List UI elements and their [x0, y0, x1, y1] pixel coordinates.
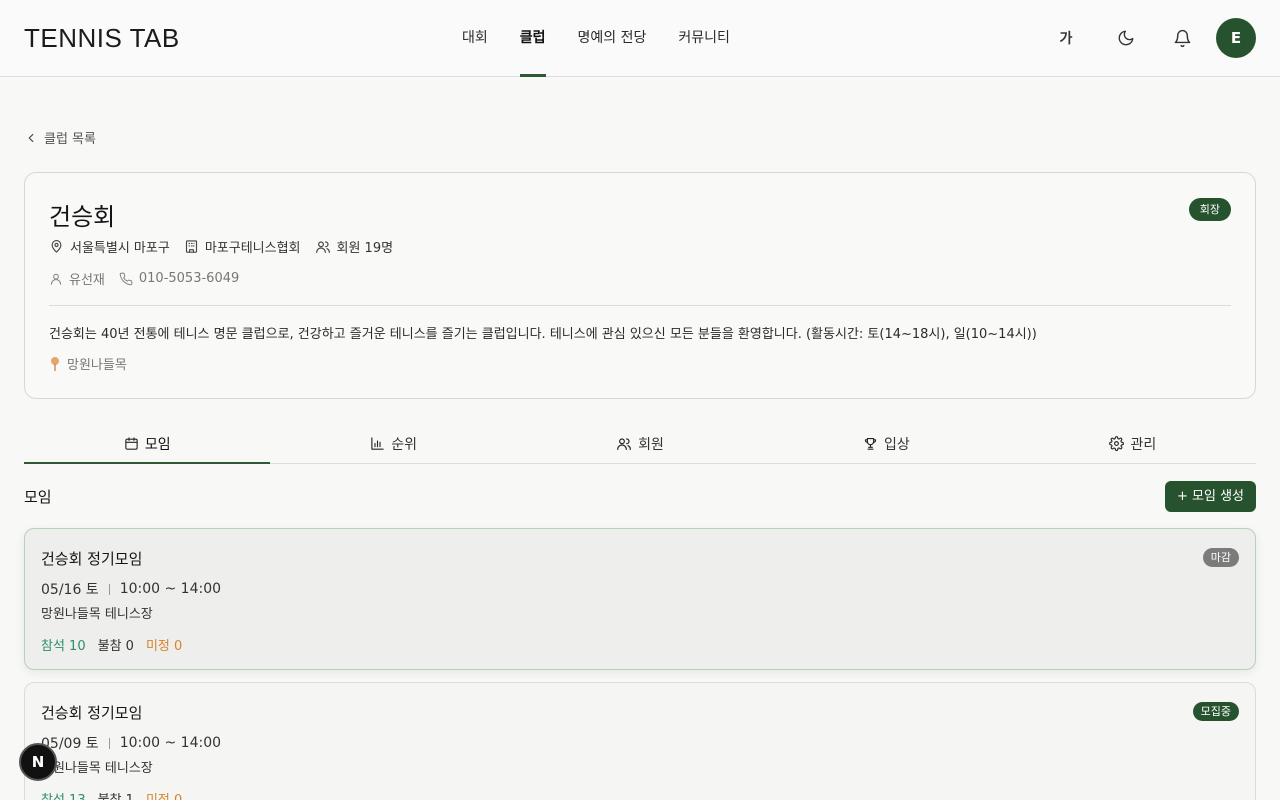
club-meta-row: 서울특별시 마포구 마포구테니스협회 회원 19명 — [49, 237, 407, 256]
users-icon — [616, 436, 632, 452]
font-size-button[interactable]: 가 — [1046, 18, 1086, 58]
chevron-left-icon — [24, 131, 38, 145]
gear-icon — [1109, 436, 1125, 451]
absent-count: 불참 0 — [97, 639, 134, 654]
separator — [108, 583, 110, 595]
attend-count: 참석 13 — [41, 789, 86, 800]
meeting-time: 10:00 ~ 14:00 — [119, 735, 222, 751]
status-badge: 모집중 — [1192, 702, 1239, 721]
attend-count: 참석 10 — [41, 639, 86, 654]
main-nav: 대회 클럽 명예의 전당 커뮤니티 — [446, 0, 746, 77]
undecided-count: 미정 0 — [146, 789, 182, 800]
nav-item-tournaments[interactable]: 대회 — [446, 0, 504, 76]
calendar-icon — [124, 436, 139, 451]
club-association: 마포구테니스협회 — [184, 237, 301, 256]
absent-count: 불참 1 — [98, 789, 134, 800]
bell-icon — [1173, 29, 1192, 48]
meeting-place: 망원나들목 테니스장 — [41, 607, 153, 622]
club-contact-row: 유선재 010-5053-6049 — [49, 269, 253, 288]
tab-meetings[interactable]: 모임 — [24, 424, 271, 464]
users-icon — [315, 239, 331, 255]
logo[interactable]: TENNIS TAB — [24, 23, 180, 54]
meeting-card[interactable]: 건승회 정기모임 마감 05/16 토 10:00 ~ 14:00 망원나들목 … — [24, 528, 1256, 670]
separator — [108, 737, 110, 749]
create-meeting-button[interactable]: + 모임 생성 — [1165, 481, 1256, 512]
club-name: 건승회 — [49, 203, 116, 231]
club-info-card: 건승회 회장 서울특별시 마포구 마포구테니스협회 회원 19명 유선재 010… — [24, 172, 1256, 399]
status-badge: 마감 — [1202, 548, 1239, 567]
meeting-time: 10:00 ~ 14:00 — [119, 581, 222, 597]
moon-icon — [1117, 29, 1135, 47]
back-label: 클럽 목록 — [44, 132, 96, 147]
top-header: TENNIS TAB 대회 클럽 명예의 전당 커뮤니티 가 E — [0, 0, 1280, 77]
notifications-button[interactable] — [1162, 18, 1202, 58]
attendance-counts: 참석 10 불참 0 미정 0 — [41, 635, 182, 654]
undecided-count: 미정 0 — [145, 639, 183, 654]
meeting-datetime: 05/09 토 10:00 ~ 14:00 — [41, 733, 221, 753]
tab-ranking[interactable]: 순위 — [270, 424, 516, 463]
role-badge: 회장 — [1188, 198, 1231, 221]
club-phone[interactable]: 010-5053-6049 — [119, 271, 239, 286]
meeting-date: 05/16 토 — [41, 582, 99, 598]
dark-mode-button[interactable] — [1106, 18, 1146, 58]
avatar[interactable]: E — [1216, 18, 1256, 58]
section-title: 모임 — [24, 488, 52, 506]
club-region: 서울특별시 마포구 — [49, 237, 170, 256]
meeting-datetime: 05/16 토 10:00 ~ 14:00 — [41, 579, 221, 599]
attendance-counts: 참석 13 불참 1 미정 0 — [41, 789, 182, 800]
phone-icon — [119, 272, 133, 286]
club-description: 건승회는 40년 전통에 테니스 명문 클럽으로, 건강하고 즐거운 테니스를 … — [49, 327, 1037, 342]
meeting-title: 건승회 정기모임 — [41, 704, 143, 722]
trophy-icon — [863, 436, 878, 451]
club-members: 회원 19명 — [315, 237, 393, 256]
tab-members[interactable]: 회원 — [517, 424, 763, 463]
nav-item-hall-of-fame[interactable]: 명예의 전당 — [562, 0, 663, 76]
nav-item-clubs[interactable]: 클럽 — [504, 0, 562, 77]
building-icon — [184, 239, 199, 254]
tab-awards[interactable]: 입상 — [763, 424, 1009, 463]
bar-chart-icon — [370, 436, 385, 451]
user-icon — [49, 272, 63, 286]
club-leader: 유선재 — [49, 269, 105, 288]
nav-item-community[interactable]: 커뮤니티 — [662, 0, 746, 76]
club-venue: 망원나들목 — [49, 354, 127, 373]
meeting-title: 건승회 정기모임 — [41, 550, 143, 568]
map-pin-icon — [49, 239, 64, 254]
back-to-club-list[interactable]: 클럽 목록 — [24, 128, 96, 147]
meeting-card[interactable]: 건승회 정기모임 모집중 05/09 토 10:00 ~ 14:00 망원나들목… — [24, 682, 1256, 800]
divider — [49, 305, 1231, 306]
meeting-place: 망원나들목 테니스장 — [41, 761, 153, 776]
tab-manage[interactable]: 관리 — [1010, 424, 1256, 463]
dev-tools-button[interactable]: N — [19, 743, 57, 781]
pushpin-icon — [49, 356, 61, 372]
club-tabs: 모임 순위 회원 입상 관리 — [24, 424, 1256, 464]
